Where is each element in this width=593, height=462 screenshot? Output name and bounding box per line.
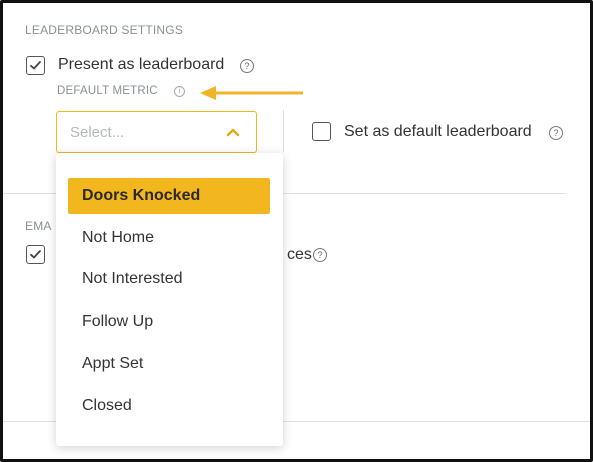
set-as-default-checkbox[interactable] — [312, 122, 331, 141]
default-metric-select[interactable]: Select... — [56, 111, 257, 153]
dropdown-option-not-interested[interactable]: Not Interested — [68, 261, 270, 297]
vertical-divider — [283, 110, 284, 152]
settings-panel: LEADERBOARD SETTINGS Present as leaderbo… — [0, 0, 593, 462]
dropdown-option-not-home[interactable]: Not Home — [68, 220, 270, 256]
dropdown-option-doors-knocked[interactable]: Doors Knocked — [68, 178, 270, 214]
select-placeholder: Select... — [70, 124, 125, 141]
chevron-up-icon — [226, 128, 240, 137]
metric-dropdown-menu: Doors Knocked Not Home Not Interested Fo… — [56, 153, 283, 446]
email-checkbox[interactable] — [26, 245, 45, 264]
present-as-leaderboard-label: Present as leaderboard — [58, 56, 225, 73]
question-circle-icon[interactable]: ? — [313, 248, 327, 262]
set-as-default-label: Set as default leaderboard — [344, 123, 532, 140]
check-icon — [30, 61, 41, 70]
default-metric-label: DEFAULT METRIC — [57, 85, 158, 97]
check-icon — [30, 250, 41, 259]
email-section-title: EMA — [25, 219, 52, 233]
question-circle-icon[interactable]: ? — [240, 59, 254, 73]
left-arrow-annotation — [200, 86, 303, 100]
dropdown-option-follow-up[interactable]: Follow Up — [68, 304, 270, 340]
dropdown-option-closed[interactable]: Closed — [68, 388, 270, 424]
dropdown-option-appt-set[interactable]: Appt Set — [68, 346, 270, 382]
leaderboard-settings-title: LEADERBOARD SETTINGS — [25, 23, 184, 37]
question-circle-icon[interactable]: ? — [549, 126, 563, 140]
info-circle-icon: i — [174, 86, 185, 97]
email-option-label: ces — [287, 246, 312, 263]
present-as-leaderboard-checkbox[interactable] — [26, 56, 45, 75]
